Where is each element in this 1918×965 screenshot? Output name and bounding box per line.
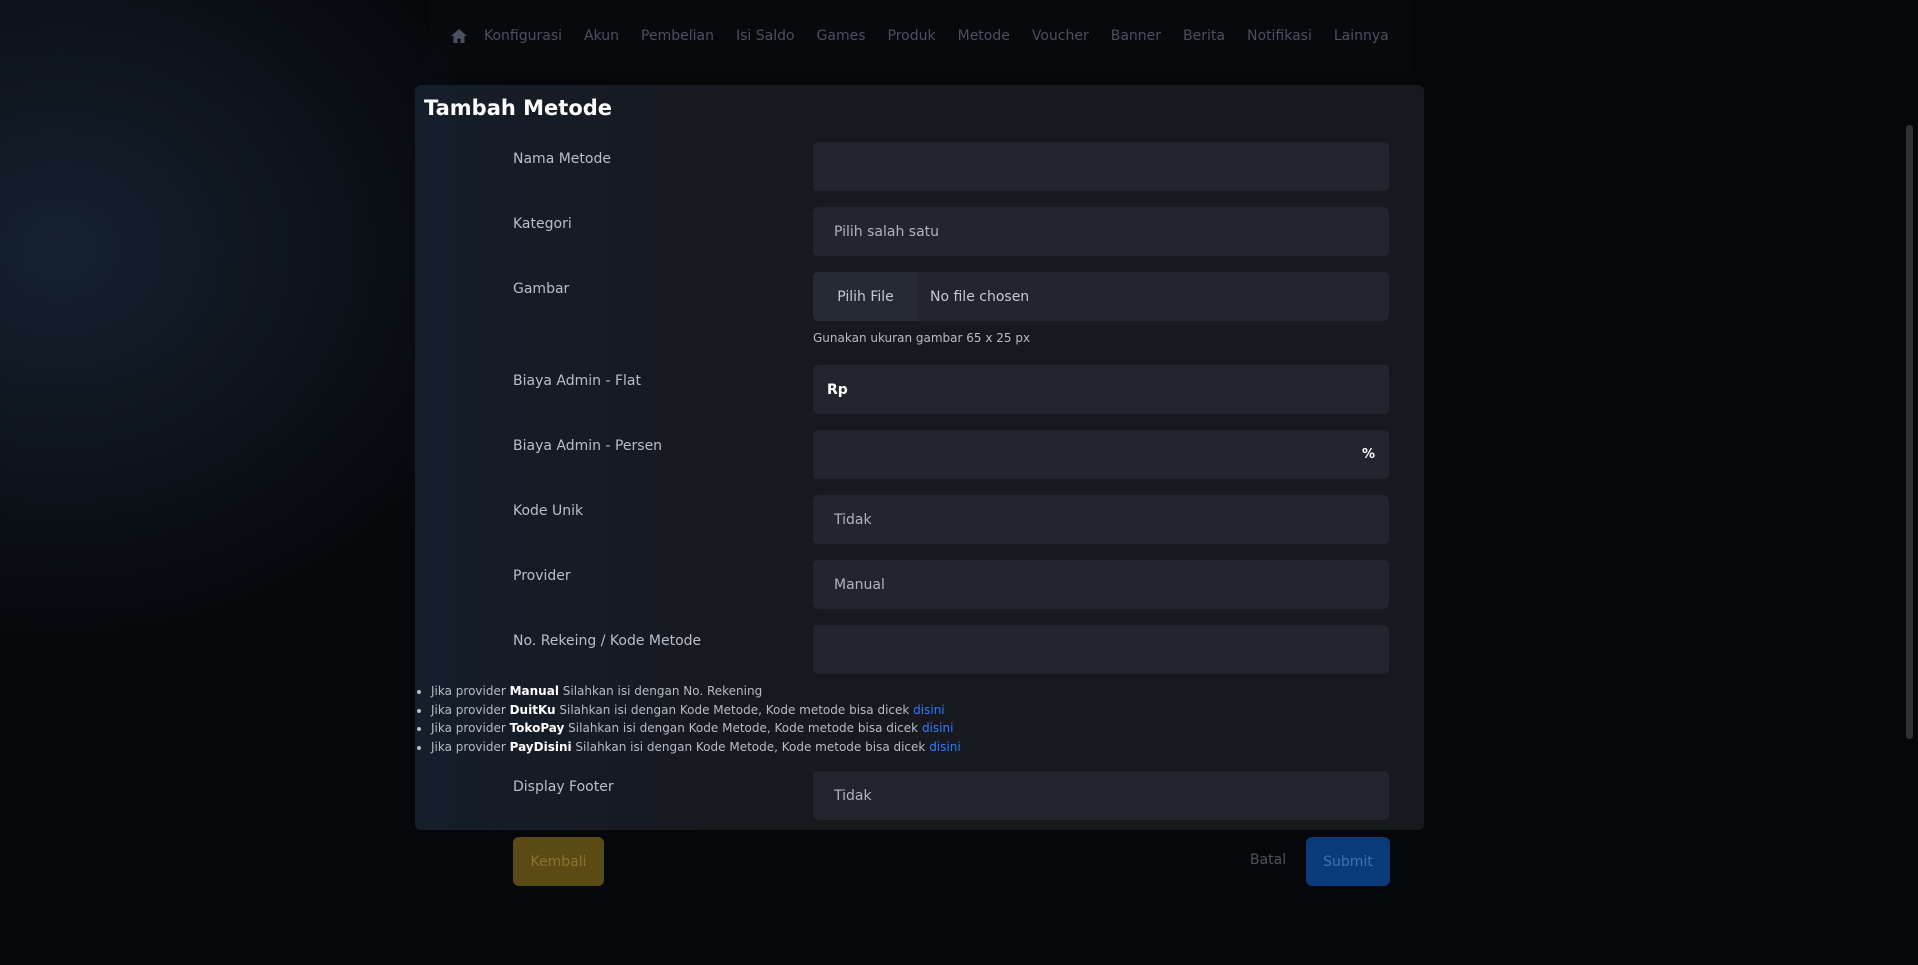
nav-item-akun[interactable]: Akun [584,28,619,44]
kategori-value: Pilih salah satu [834,223,940,240]
choose-file-button[interactable]: Pilih File [813,272,918,321]
biaya-persen-input[interactable]: % [813,430,1389,479]
nav-item-metode[interactable]: Metode [958,28,1010,44]
no-rekening-input[interactable] [813,625,1389,674]
nav-item-voucher[interactable]: Voucher [1032,28,1089,44]
note-provider: DuitKu [509,702,556,717]
note-item: Jika provider TokoPay Silahkan isi denga… [431,719,991,738]
display-footer-label: Display Footer [513,779,614,795]
nav-item-games[interactable]: Games [817,28,866,44]
gambar-file-input[interactable]: Pilih File No file chosen [813,272,1389,321]
nav-item-notifikasi[interactable]: Notifikasi [1247,28,1312,44]
file-status: No file chosen [930,288,1030,305]
nav-item-banner[interactable]: Banner [1111,28,1161,44]
biaya-flat-input[interactable]: Rp [813,365,1389,414]
nav-item-produk[interactable]: Produk [888,28,936,44]
submit-button[interactable]: Submit [1306,837,1390,886]
note-text: Silahkan isi dengan Kode Metode, Kode me… [564,721,922,735]
note-item: Jika provider DuitKu Silahkan isi dengan… [431,701,991,720]
note-text: Jika provider [431,739,510,754]
rp-prefix: Rp [827,381,848,398]
add-method-form: Tambah Metode Nama Metode Kategori Pilih… [415,85,1424,830]
note-text: Silahkan isi dengan Kode Metode, Kode me… [571,739,930,754]
gambar-label: Gambar [513,281,570,297]
back-button[interactable]: Kembali [513,837,604,886]
note-provider: PayDisini [509,739,572,754]
note-text: Silahkan isi dengan Kode Metode, Kode me… [555,702,914,717]
note-provider: TokoPay [509,721,565,735]
percent-suffix: % [1361,447,1375,462]
note-item: Jika provider PayDisini Silahkan isi den… [431,738,991,757]
no-rekening-label: No. Rekeing / Kode Metode [513,633,702,649]
nav-item-berita[interactable]: Berita [1183,28,1225,44]
provider-notes: Jika provider Manual Silahkan isi dengan… [431,682,991,756]
biaya-flat-label: Biaya Admin - Flat [513,373,641,389]
kategori-label: Kategori [513,216,572,232]
nama-metode-input[interactable] [813,142,1389,191]
cancel-button[interactable]: Batal [1250,852,1286,868]
home-icon[interactable] [450,28,468,44]
kode-unik-value: Tidak [834,511,872,528]
nav-item-lainnya[interactable]: Lainnya [1334,28,1389,44]
provider-value: Manual [834,576,885,593]
biaya-persen-label: Biaya Admin - Persen [513,438,663,454]
note-text: Silahkan isi dengan No. Rekening [558,684,763,698]
note-provider: Manual [509,684,559,698]
tokopay-link[interactable]: disini [922,721,953,735]
scrollbar[interactable] [1906,125,1913,739]
paydisini-link[interactable]: disini [929,740,960,754]
kode-unik-label: Kode Unik [513,503,584,519]
nav-item-isi-saldo[interactable]: Isi Saldo [736,28,795,44]
nav-item-pembelian[interactable]: Pembelian [641,28,714,44]
provider-select[interactable]: Manual [813,560,1389,609]
top-nav: Konfigurasi Akun Pembelian Isi Saldo Gam… [430,0,1410,72]
note-text: Jika provider [431,684,510,698]
nama-metode-label: Nama Metode [513,151,611,167]
page-title: Tambah Metode [424,96,613,120]
nav-item-konfigurasi[interactable]: Konfigurasi [484,28,562,44]
display-footer-select[interactable]: Tidak [813,771,1389,820]
display-footer-value: Tidak [834,787,872,804]
note-text: Jika provider [431,721,510,735]
provider-label: Provider [513,568,571,584]
note-item: Jika provider Manual Silahkan isi dengan… [431,682,991,701]
kategori-select[interactable]: Pilih salah satu [813,207,1389,256]
kode-unik-select[interactable]: Tidak [813,495,1389,544]
gambar-hint: Gunakan ukuran gambar 65 x 25 px [813,331,1031,345]
duitku-link[interactable]: disini [913,703,944,717]
note-text: Jika provider [431,702,510,717]
